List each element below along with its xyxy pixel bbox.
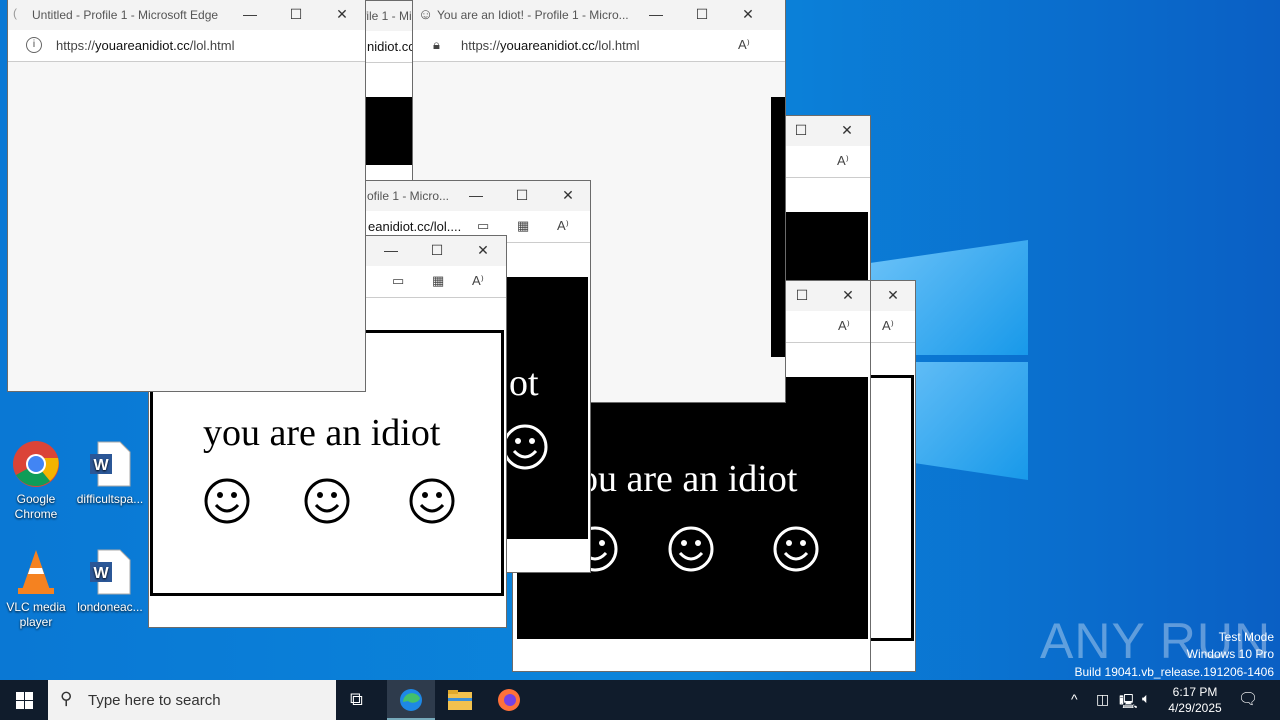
url-text[interactable]: https://youareanidiot.cc/lol.html [461, 38, 640, 53]
search-box[interactable]: ⚲ Type here to search [48, 680, 336, 720]
window-title: You are an Idiot! - Profile 1 - Micro... [437, 8, 629, 22]
clock[interactable]: 6:17 PM 4/29/2025 [1164, 684, 1226, 716]
smiley-icon [204, 478, 250, 524]
maximize-button[interactable]: ☐ [692, 6, 712, 23]
word-doc-icon: W [90, 441, 131, 487]
date-text: 4/29/2025 [1168, 701, 1222, 715]
file-explorer-icon[interactable] [448, 690, 472, 710]
read-aloud-icon[interactable]: A⁾ [557, 218, 569, 234]
address-bar[interactable]: i https://youareanidiot.cc/lol.html [8, 30, 365, 62]
firefox-icon[interactable] [497, 688, 521, 712]
maximize-button[interactable]: ☐ [791, 122, 811, 139]
read-aloud-icon[interactable]: A⁾ [838, 318, 850, 334]
vlc-icon [18, 550, 54, 594]
notifications-icon[interactable]: 🗨︎ [1238, 689, 1258, 709]
smiley-icon [668, 526, 714, 572]
taskbar: ⚲ Type here to search ⧉ ^ ◫ 🖳︎ 🔈︎ 6:17 P… [0, 680, 1280, 720]
network-icon[interactable]: 🖳︎ [1119, 691, 1138, 715]
close-button[interactable]: ✕ [473, 242, 493, 259]
qr-code-icon[interactable]: ▦ [432, 273, 444, 289]
maximize-button[interactable]: ☐ [792, 287, 812, 304]
smiley-icon [409, 478, 455, 524]
start-button[interactable] [16, 692, 33, 709]
maximize-button[interactable]: ☐ [512, 187, 532, 204]
time-text: 6:17 PM [1172, 685, 1218, 699]
desktop-icon-difficultspa[interactable]: W difficultspa... [74, 440, 146, 507]
idiot-text: ou are an idiot [579, 458, 798, 500]
icon-label: difficultspa... [76, 492, 144, 506]
chrome-icon [13, 441, 59, 487]
desktop-icon-vlc[interactable]: VLC media player [0, 548, 72, 630]
window-title: ofile 1 - Micro... [367, 189, 450, 203]
show-hidden-icons-chevron[interactable]: ^ [1071, 691, 1078, 707]
svg-text:W: W [93, 565, 109, 582]
idiot-text: you are an idiot [203, 412, 441, 454]
minimize-button[interactable]: — [646, 6, 666, 22]
close-button[interactable]: ✕ [838, 287, 858, 304]
window-title: file 1 - Mi [363, 9, 412, 23]
url-text[interactable]: nidiot.cc [367, 39, 415, 54]
meet-now-icon[interactable]: ◫ [1096, 691, 1109, 708]
close-button[interactable]: ✕ [558, 187, 578, 204]
smiley-icon [773, 526, 819, 572]
url-text[interactable]: eanidiot.cc/lol.... [368, 219, 461, 234]
lock-icon: 🔒︎ [433, 37, 440, 52]
volume-icon[interactable]: 🔈︎ [1142, 690, 1150, 707]
desktop-icon-londoneac[interactable]: W londoneac... [74, 548, 146, 615]
task-view-icon[interactable]: ⧉ [350, 689, 363, 710]
test-mode-text: Test Mode [1218, 630, 1274, 644]
edge-icon [400, 689, 422, 711]
icon-label: VLC media player [6, 600, 66, 629]
close-button[interactable]: ✕ [837, 122, 857, 139]
windows-edition-text: Windows 10 Pro [1186, 647, 1274, 661]
close-button[interactable]: ✕ [332, 6, 352, 23]
svg-text:W: W [93, 457, 109, 474]
maximize-button[interactable]: ☐ [427, 242, 447, 259]
idiot-text: ot [509, 362, 539, 404]
read-aloud-icon[interactable]: A⁾ [472, 273, 484, 289]
maximize-button[interactable]: ☐ [286, 6, 306, 23]
word-doc-icon: W [90, 549, 131, 595]
loading-icon: ( [13, 6, 17, 20]
icon-label: londoneac... [77, 600, 143, 614]
device-icon[interactable]: ▭ [392, 273, 404, 289]
read-aloud-icon[interactable]: A⁾ [837, 153, 849, 169]
read-aloud-icon[interactable]: A⁾ [882, 318, 894, 334]
read-aloud-icon[interactable]: A⁾ [738, 37, 750, 53]
address-bar[interactable]: 🔒︎ https://youareanidiot.cc/lol.html A⁾ [413, 30, 785, 62]
close-button[interactable]: ✕ [738, 6, 758, 23]
browser-window-untitled[interactable]: ( Untitled - Profile 1 - Microsoft Edge … [7, 0, 366, 392]
title-bar[interactable]: ☺ You are an Idiot! - Profile 1 - Micro.… [413, 0, 785, 30]
build-text: Build 19041.vb_release.191206-1406 [1074, 665, 1275, 679]
title-bar[interactable]: ( Untitled - Profile 1 - Microsoft Edge … [8, 0, 365, 30]
qr-code-icon[interactable]: ▦ [517, 218, 529, 234]
page-content [8, 62, 365, 391]
desktop-icon-chrome[interactable]: Google Chrome [0, 440, 72, 522]
search-icon: ⚲ [60, 689, 73, 708]
taskbar-edge[interactable] [387, 680, 435, 720]
info-icon[interactable]: i [26, 37, 42, 53]
device-icon[interactable]: ▭ [477, 218, 489, 234]
minimize-button[interactable]: — [240, 6, 260, 22]
minimize-button[interactable]: — [381, 242, 401, 258]
close-button[interactable]: ✕ [883, 287, 903, 304]
icon-label: Google Chrome [14, 492, 58, 521]
search-placeholder: Type here to search [88, 692, 221, 709]
minimize-button[interactable]: — [466, 187, 486, 203]
url-text[interactable]: https://youareanidiot.cc/lol.html [56, 38, 235, 53]
window-title: Untitled - Profile 1 - Microsoft Edge [32, 8, 219, 22]
smiley-icon [502, 424, 548, 470]
smiley-icon [304, 478, 350, 524]
smiley-favicon-icon: ☺ [418, 6, 434, 23]
